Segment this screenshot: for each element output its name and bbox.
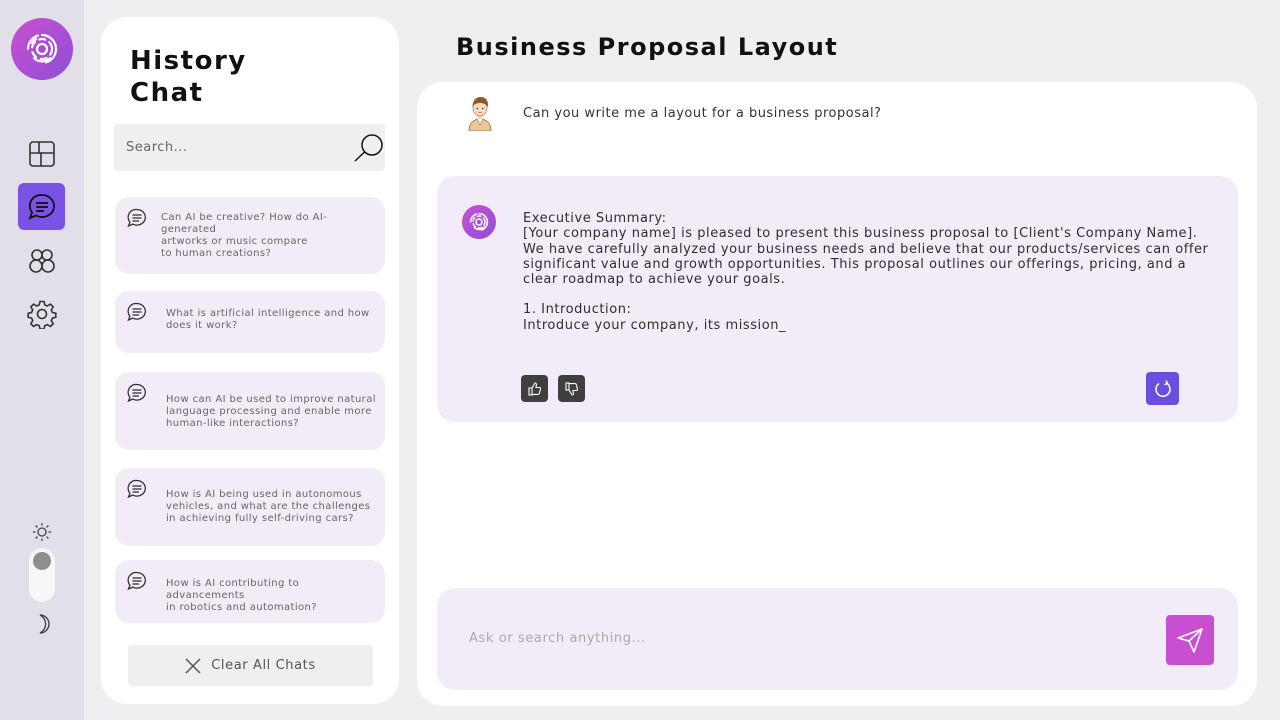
history-panel: History Chat Can AI be creative? How do … <box>101 17 399 704</box>
chat-bubble-icon <box>127 571 146 591</box>
layout-icon <box>28 140 55 167</box>
logo-icon <box>26 33 58 64</box>
history-item[interactable]: How can AI be used to improve natural la… <box>115 372 385 450</box>
chat-bubble-icon <box>127 302 146 322</box>
send-button[interactable] <box>1166 615 1214 665</box>
message-line: We have carefully analyzed your business… <box>523 241 1209 257</box>
search-icon[interactable] <box>352 132 386 164</box>
history-item-text: Can AI be creative? How do AI-generated … <box>161 212 328 259</box>
community-icon <box>28 248 55 273</box>
clear-all-chats-label: Clear All Chats <box>211 658 316 673</box>
assistant-message: Executive Summary: [Your company name] i… <box>523 211 1213 333</box>
thumbs-up-icon <box>527 381 541 396</box>
user-message: Can you write me a layout for a business… <box>523 106 882 121</box>
history-item[interactable]: Can AI be creative? How do AI-generated … <box>115 197 385 274</box>
sun-icon[interactable] <box>29 519 55 545</box>
assistant-message-card: Executive Summary: [Your company name] i… <box>437 176 1238 422</box>
close-icon <box>185 657 201 674</box>
thumbs-up-button[interactable] <box>521 375 548 402</box>
chat-bubble-icon <box>127 479 146 499</box>
history-item-text: How is AI being used in autonomous vehic… <box>166 489 371 524</box>
page-title: Business Proposal Layout <box>456 33 839 61</box>
message-input[interactable] <box>469 618 1149 658</box>
message-line: significant value and growth opportuniti… <box>523 256 1187 272</box>
clear-all-chats-button[interactable]: Clear All Chats <box>128 645 373 686</box>
theme-toggle-knob[interactable] <box>33 552 51 570</box>
refresh-icon <box>1154 379 1171 397</box>
history-item-text: How is AI contributing to advancements i… <box>166 578 317 613</box>
message-line: 1. Introduction: <box>523 302 632 318</box>
message-line: clear roadmap to achieve your goals. <box>523 272 786 288</box>
thumbs-down-button[interactable] <box>558 375 585 402</box>
history-title-line2: Chat <box>130 78 204 108</box>
nav-layout-button[interactable] <box>18 130 65 177</box>
history-search <box>114 124 385 171</box>
settings-icon <box>26 300 57 329</box>
moon-icon[interactable] <box>29 611 55 637</box>
app-logo[interactable] <box>11 18 73 80</box>
assistant-logo-icon <box>469 212 489 231</box>
user-avatar <box>468 97 492 131</box>
message-line: [Your company name] is pleased to presen… <box>523 226 1198 242</box>
chat-icon <box>27 193 55 220</box>
thumbs-down-icon <box>564 381 578 396</box>
conversation-panel: Can you write me a layout for a business… <box>417 82 1257 706</box>
composer <box>437 588 1238 690</box>
history-item-text: What is artificial intelligence and how … <box>166 308 370 331</box>
history-title: History Chat <box>130 45 330 109</box>
message-line: Executive Summary: <box>523 211 667 226</box>
history-item[interactable]: How is AI being used in autonomous vehic… <box>115 468 385 546</box>
chat-bubble-icon <box>127 208 146 228</box>
nav-rail <box>0 0 84 720</box>
theme-toggle[interactable] <box>29 548 55 602</box>
nav-settings-button[interactable] <box>18 290 65 337</box>
assistant-avatar <box>462 205 496 239</box>
send-icon <box>1177 628 1203 653</box>
nav-chat-button[interactable] <box>18 183 65 230</box>
history-item-text: How can AI be used to improve natural la… <box>166 394 376 429</box>
history-item[interactable]: How is AI contributing to advancements i… <box>115 560 385 623</box>
search-input[interactable] <box>126 124 336 171</box>
chat-bubble-icon <box>127 383 146 403</box>
regenerate-button[interactable] <box>1146 372 1179 405</box>
message-line: Introduce your company, its mission_ <box>523 317 787 333</box>
nav-community-button[interactable] <box>18 237 65 284</box>
history-item[interactable]: What is artificial intelligence and how … <box>115 291 385 353</box>
history-title-line1: History <box>130 46 247 76</box>
